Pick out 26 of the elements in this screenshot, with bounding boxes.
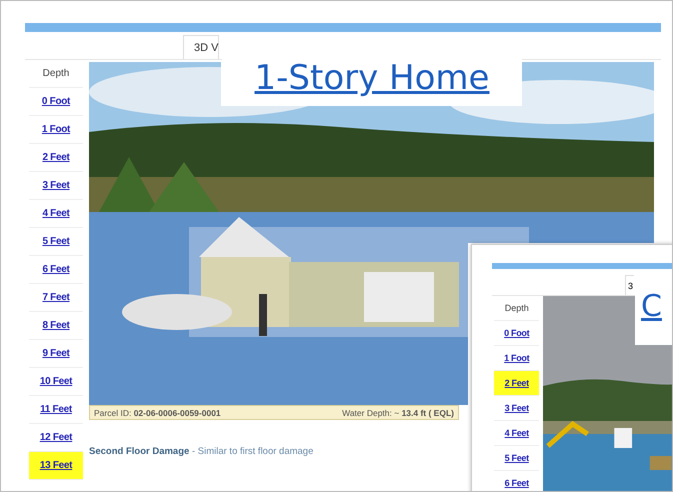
water-depth: Water Depth: ~ 13.4 ft ( EQL) bbox=[342, 407, 454, 419]
depth-header: Depth bbox=[29, 60, 83, 88]
depth-link[interactable]: 0 Foot bbox=[29, 88, 83, 116]
depth-link[interactable]: 5 Feet bbox=[29, 228, 83, 256]
depth-link[interactable]: 6 Feet bbox=[29, 256, 83, 284]
depth-link[interactable]: 3 Feet bbox=[29, 172, 83, 200]
depth-link[interactable]: 7 Feet bbox=[29, 284, 83, 312]
parcel-id: Parcel ID: 02-06-0006-0059-0001 bbox=[94, 407, 221, 419]
depth-link[interactable]: 10 Feet bbox=[29, 368, 83, 396]
damage-description: Second Floor Damage - Similar to first floor damage bbox=[89, 446, 314, 457]
view-tab[interactable]: 3D V bbox=[183, 35, 219, 59]
view-tab[interactable]: 3 bbox=[625, 275, 634, 295]
depth-link[interactable]: 4 Feet bbox=[494, 421, 540, 446]
depth-link[interactable]: 5 Feet bbox=[494, 446, 540, 471]
depth-link[interactable]: 4 Feet bbox=[29, 200, 83, 228]
depth-link[interactable]: 1 Foot bbox=[29, 116, 83, 144]
depth-link[interactable]: 8 Feet bbox=[29, 312, 83, 340]
depth-link[interactable]: 2 Feet bbox=[29, 144, 83, 172]
depth-link[interactable]: 9 Feet bbox=[29, 340, 83, 368]
depth-link[interactable]: 11 Feet bbox=[29, 396, 83, 424]
depth-link[interactable]: 0 Foot bbox=[494, 321, 540, 346]
depth-link[interactable]: 3 Feet bbox=[494, 396, 540, 421]
depth-link[interactable]: 6 Feet bbox=[494, 471, 540, 491]
depth-header: Depth bbox=[494, 296, 540, 321]
depth-link[interactable]: 2 Feet bbox=[494, 371, 540, 396]
depth-link[interactable]: 13 Feet bbox=[29, 452, 83, 480]
